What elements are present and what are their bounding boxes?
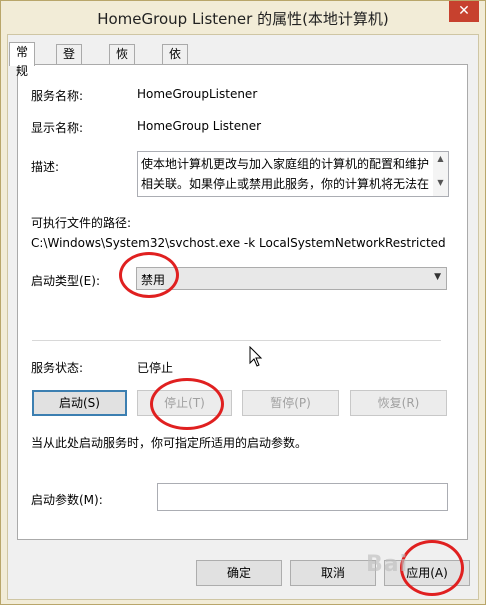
title-bar[interactable]: HomeGroup Listener 的属性(本地计算机) ✕: [1, 1, 485, 35]
tab-logon[interactable]: 登录: [56, 44, 83, 80]
scroll-up-icon[interactable]: ▲: [433, 154, 448, 163]
pause-service-button[interactable]: 暂停(P): [242, 390, 339, 416]
display-name-value: HomeGroup Listener: [137, 119, 262, 133]
resume-service-button[interactable]: 恢复(R): [350, 390, 447, 416]
startup-type-label: 启动类型(E):: [31, 274, 100, 288]
exe-path-value: C:\Windows\System32\svchost.exe -k Local…: [31, 236, 446, 250]
start-params-hint: 当从此处启动服务时，你可指定所适用的启动参数。: [31, 436, 308, 450]
start-params-label: 启动参数(M):: [31, 493, 103, 507]
description-line: 使本地计算机更改与加入家庭组的计算机的配置和维护: [141, 157, 430, 171]
divider: [32, 340, 441, 341]
service-name-label: 服务名称:: [31, 89, 84, 103]
annotation-circle: [150, 378, 224, 430]
tab-recovery[interactable]: 恢复: [109, 44, 136, 80]
description-label: 描述:: [31, 160, 60, 174]
annotation-circle: [400, 540, 464, 596]
mouse-cursor-icon: [249, 346, 263, 367]
start-params-input[interactable]: [157, 483, 448, 511]
close-button[interactable]: ✕: [449, 1, 479, 22]
tab-general[interactable]: 常规: [9, 42, 36, 78]
description-text: 使本地计算机更改与加入家庭组的计算机的配置和维护 相关联。如果停止或禁用此服务，…: [141, 154, 431, 194]
start-service-button[interactable]: 启动(S): [32, 390, 127, 416]
service-status-label: 服务状态:: [31, 361, 84, 375]
annotation-circle: [119, 252, 179, 298]
watermark: Bai: [366, 552, 409, 577]
exe-path-label: 可执行文件的路径:: [31, 216, 132, 230]
description-scrollbar[interactable]: ▲ ▼: [433, 152, 448, 196]
ok-button[interactable]: 确定: [196, 560, 282, 586]
tab-dependencies[interactable]: 依存关系: [162, 44, 189, 118]
startup-type-select[interactable]: 禁用 ▼: [136, 267, 447, 290]
service-status-value: 已停止: [137, 361, 174, 375]
service-name-value: HomeGroupListener: [137, 87, 258, 101]
chevron-down-icon: ▼: [434, 272, 441, 282]
display-name-label: 显示名称:: [31, 121, 84, 135]
window-title: HomeGroup Listener 的属性(本地计算机): [97, 10, 389, 28]
general-tab-panel: [17, 64, 468, 540]
description-line: 相关联。如果停止或禁用此服务，你的计算机将无法在: [141, 177, 430, 191]
description-box[interactable]: 使本地计算机更改与加入家庭组的计算机的配置和维护 相关联。如果停止或禁用此服务，…: [137, 151, 449, 197]
cancel-button[interactable]: 取消: [290, 560, 376, 586]
scroll-down-icon[interactable]: ▼: [433, 178, 448, 187]
